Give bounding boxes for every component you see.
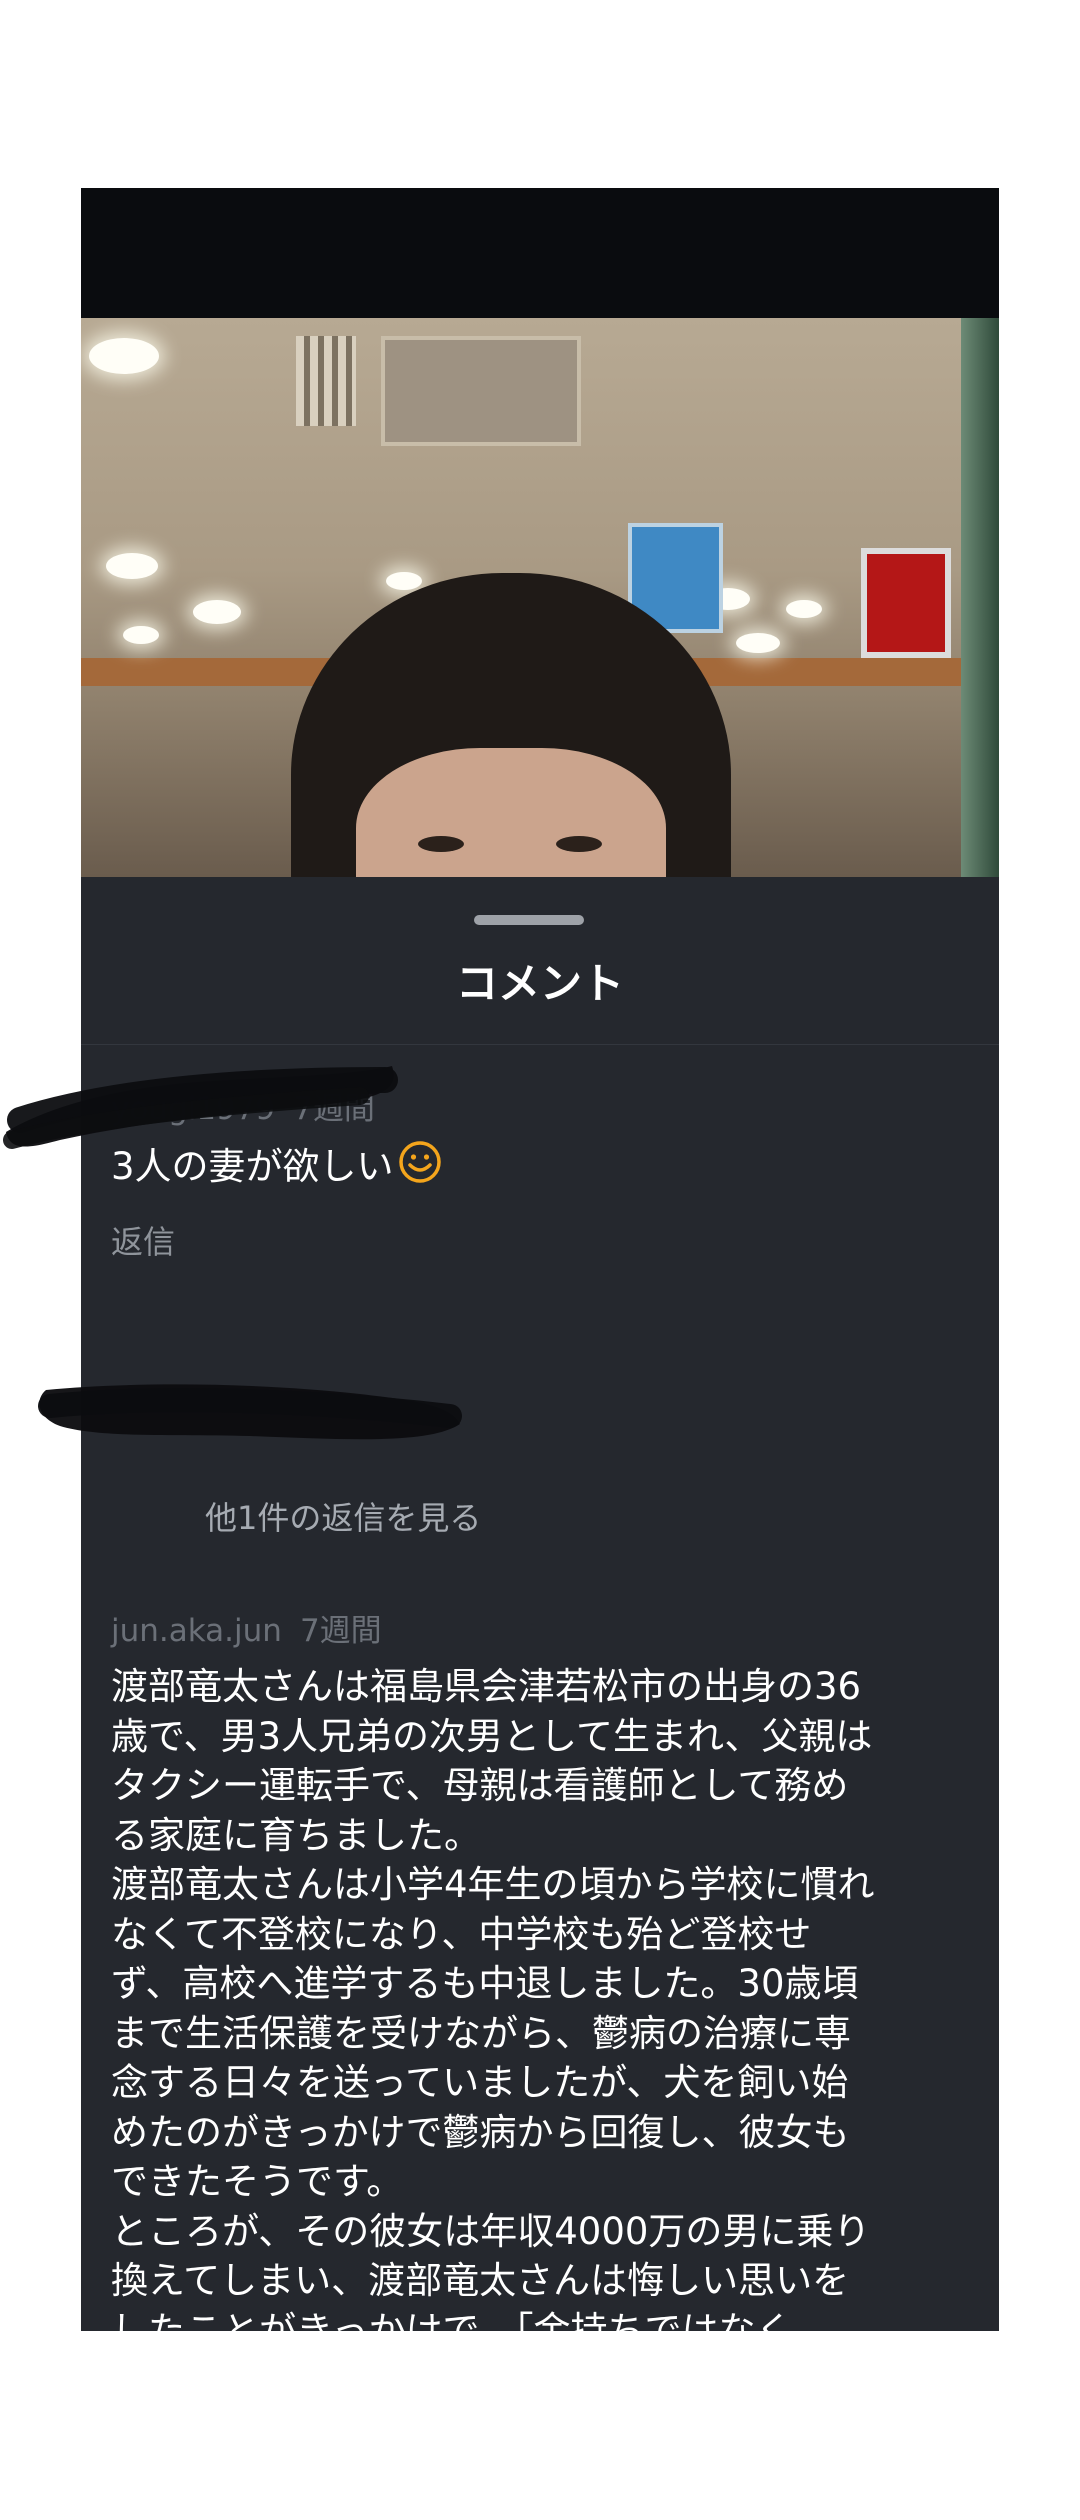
eye <box>556 836 602 852</box>
reply-button[interactable]: 返信 <box>111 1217 175 1263</box>
ceiling-light <box>736 633 780 653</box>
comment-meta: yougi1979 7週間 <box>111 1083 971 1128</box>
ceiling-light <box>193 600 241 624</box>
comments-sheet: コメント yougi1979 7週間 3人の妻が欲しい 返信 他1件の返信を見る … <box>81 877 999 2331</box>
comment-body: 3人の妻が欲しい <box>111 1144 394 1188</box>
comment-time: 7週間 <box>299 1613 382 1649</box>
comment-item: yougi1979 7週間 3人の妻が欲しい 返信 <box>111 1083 971 1263</box>
ceiling-light <box>386 572 422 590</box>
drag-handle[interactable] <box>474 915 584 925</box>
ceiling-vent <box>381 336 581 446</box>
comment-username[interactable]: yougi1979 <box>111 1091 275 1127</box>
comment-time: 7週間 <box>293 1091 375 1127</box>
ceiling-vent-slots <box>296 336 356 426</box>
ceiling-light <box>123 626 159 644</box>
comment-meta: jun.aka.jun 7週間 <box>111 1605 971 1650</box>
smile-icon <box>398 1140 442 1197</box>
person-face <box>356 748 666 877</box>
video-player[interactable] <box>81 318 999 877</box>
sheet-title: コメント <box>455 959 624 1008</box>
red-sign <box>861 548 951 658</box>
ceiling-light <box>786 600 822 618</box>
comment-text: 渡部竜太さんは福島県会津若松市の出身の36 歳で、男3人兄弟の次男として生まれ、… <box>111 1665 875 2331</box>
comment-username[interactable]: jun.aka.jun <box>111 1613 282 1649</box>
ceiling-light <box>106 553 158 579</box>
divider <box>81 1044 999 1045</box>
door <box>961 318 999 877</box>
app-frame: コメント yougi1979 7週間 3人の妻が欲しい 返信 他1件の返信を見る … <box>81 188 999 2331</box>
view-replies-link[interactable]: 他1件の返信を見る <box>205 1493 481 1539</box>
comment-item: jun.aka.jun 7週間 渡部竜太さんは福島県会津若松市の出身の36 歳で、… <box>111 1605 971 2331</box>
ceiling-light <box>89 338 159 374</box>
eye <box>418 836 464 852</box>
comment-text: 3人の妻が欲しい <box>111 1140 971 1197</box>
top-bar <box>81 188 999 318</box>
